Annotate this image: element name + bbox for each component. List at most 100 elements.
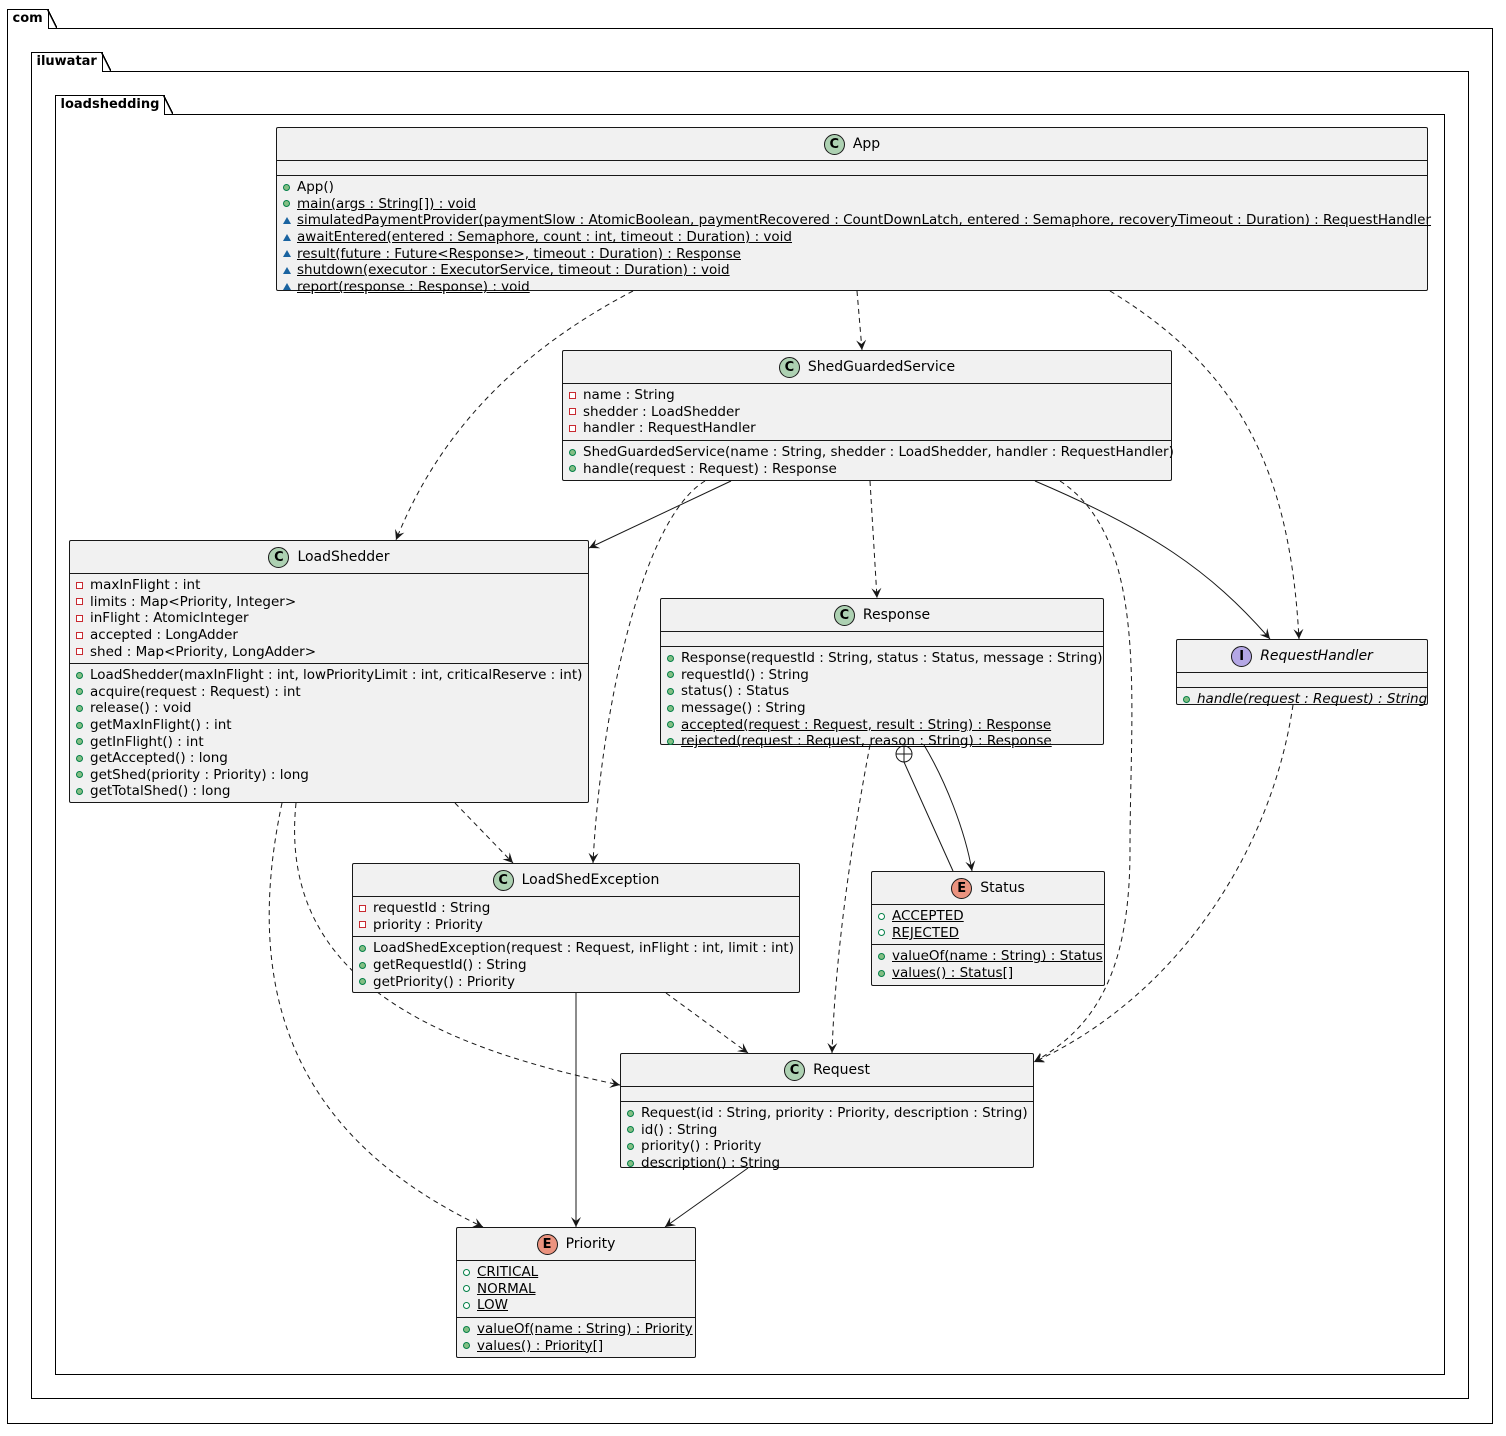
private-icon — [76, 614, 83, 622]
public-icon — [878, 952, 885, 960]
public-icon — [627, 1109, 634, 1117]
method: getTotalShed() : long — [90, 783, 231, 800]
class-request[interactable]: C Request Request(id : String, priority :… — [620, 1053, 1034, 1171]
methods-section: Response(requestId : String, status : St… — [661, 647, 1103, 753]
public-icon — [463, 1342, 470, 1350]
class-response[interactable]: C Response Response(requestId : String, s… — [660, 598, 1104, 749]
public-icon — [878, 912, 885, 920]
method: handle(request : Request) : Response — [583, 460, 837, 477]
method: simulatedPaymentProvider(paymentSlow : A… — [297, 212, 1432, 229]
method: getAccepted() : long — [90, 750, 228, 767]
enum-constant: CRITICAL — [477, 1264, 539, 1281]
method: main(args : String[]) : void — [297, 195, 477, 212]
public-icon — [463, 1325, 470, 1333]
edge-sgs-loadshedder — [588, 480, 732, 549]
edge-sgs-response — [869, 480, 882, 599]
edge-app-shedguardedservice — [856, 290, 867, 351]
public-icon — [76, 771, 83, 779]
method: Request(id : String, priority : Priority… — [641, 1105, 1028, 1122]
interface-request-handler[interactable]: I RequestHandler handle(request : Request… — [1176, 639, 1428, 707]
public-icon — [463, 1268, 470, 1276]
private-icon — [76, 598, 83, 606]
method: LoadShedder(maxInFlight : int, lowPriori… — [90, 667, 583, 684]
public-icon — [283, 200, 290, 208]
enum-constant: REJECTED — [892, 924, 960, 941]
enum-priority[interactable]: E Priority CRITICAL NORMAL LOW valueOf(na… — [456, 1227, 696, 1358]
fields-section — [1177, 673, 1427, 688]
package-private-icon — [283, 216, 291, 224]
public-icon — [627, 1126, 634, 1134]
method: accepted(request : Request, result : Str… — [681, 716, 1052, 733]
private-icon — [359, 904, 366, 912]
method: description() : String — [641, 1155, 781, 1172]
class-icon: C — [833, 604, 855, 626]
fields-section: maxInFlight : int limits : Map<Priority,… — [70, 574, 588, 664]
field: priority : Priority — [373, 916, 483, 933]
class-icon: C — [268, 546, 290, 568]
class-icon: C — [784, 1059, 806, 1081]
constants-section: ACCEPTED REJECTED — [872, 905, 1104, 946]
public-icon — [76, 787, 83, 795]
class-app[interactable]: C App App() main(args : String[]) : void … — [276, 127, 1431, 295]
class-shed-guarded-service[interactable]: C ShedGuardedService name : String shedde… — [562, 350, 1174, 481]
method: shutdown(executor : ExecutorService, tim… — [297, 262, 730, 279]
class-name: ShedGuardedService — [807, 359, 956, 375]
public-icon — [76, 671, 83, 679]
fields-section — [277, 161, 1427, 176]
method: rejected(request : Request, reason : Str… — [681, 733, 1052, 750]
method: release() : void — [90, 700, 192, 717]
class-name: LoadShedder — [297, 549, 390, 565]
class-load-shedder[interactable]: C LoadShedder maxInFlight : int limits : … — [69, 540, 589, 803]
field: maxInFlight : int — [90, 577, 201, 594]
edge-response-status — [923, 744, 976, 872]
edge-response-request — [827, 744, 871, 1054]
constants-section: CRITICAL NORMAL LOW — [457, 1261, 695, 1318]
edge-response-status-nested — [903, 761, 954, 872]
methods-section: handle(request : Request) : String — [1177, 688, 1427, 711]
method: result(future : Future<Response>, timeou… — [297, 245, 741, 262]
public-icon — [76, 721, 83, 729]
methods-section: valueOf(name : String) : Status values()… — [872, 945, 1104, 984]
enum-status[interactable]: E Status ACCEPTED REJECTED valueOf(name :… — [871, 871, 1105, 986]
class-icon: C — [823, 133, 845, 155]
public-icon — [667, 687, 674, 695]
public-icon — [76, 688, 83, 696]
private-icon — [359, 921, 366, 929]
method: getPriority() : Priority — [373, 973, 515, 990]
methods-section: Request(id : String, priority : Priority… — [621, 1102, 1033, 1174]
private-icon — [569, 391, 576, 399]
field: shed : Map<Priority, LongAdder> — [90, 643, 316, 660]
class-icon: C — [778, 356, 800, 378]
public-icon — [283, 183, 290, 191]
interface-name: RequestHandler — [1260, 648, 1373, 664]
methods-section: valueOf(name : String) : Priority values… — [457, 1318, 695, 1357]
public-icon — [878, 929, 885, 937]
enum-constant: ACCEPTED — [892, 908, 964, 925]
field: limits : Map<Priority, Integer> — [90, 593, 297, 610]
enum-constant: NORMAL — [477, 1280, 536, 1297]
class-icon: C — [492, 869, 514, 891]
public-icon — [76, 738, 83, 746]
private-icon — [76, 581, 83, 589]
method: awaitEntered(entered : Semaphore, count … — [297, 229, 792, 246]
public-icon — [359, 961, 366, 969]
field: requestId : String — [373, 900, 491, 917]
class-load-shed-exception[interactable]: C LoadShedException requestId : String pr… — [352, 863, 800, 993]
methods-section: App() main(args : String[]) : void simul… — [277, 176, 1431, 298]
public-icon — [667, 721, 674, 729]
public-icon — [76, 754, 83, 762]
method: message() : String — [681, 700, 806, 717]
method: status() : Status — [681, 683, 790, 700]
method: requestId() : String — [681, 666, 809, 683]
public-icon — [569, 448, 576, 456]
edge-request-priority — [664, 1167, 749, 1228]
method: report(response : Response) : void — [297, 278, 530, 295]
method: ShedGuardedService(name : String, shedde… — [583, 444, 1174, 461]
public-icon — [359, 944, 366, 952]
methods-section: LoadShedException(request : Request, inF… — [353, 937, 799, 993]
method: values() : Status[] — [892, 965, 1014, 982]
enum-constant: LOW — [477, 1297, 509, 1314]
method: getMaxInFlight() : int — [90, 717, 232, 734]
private-icon — [76, 648, 83, 656]
fields-section — [621, 1087, 1033, 1102]
